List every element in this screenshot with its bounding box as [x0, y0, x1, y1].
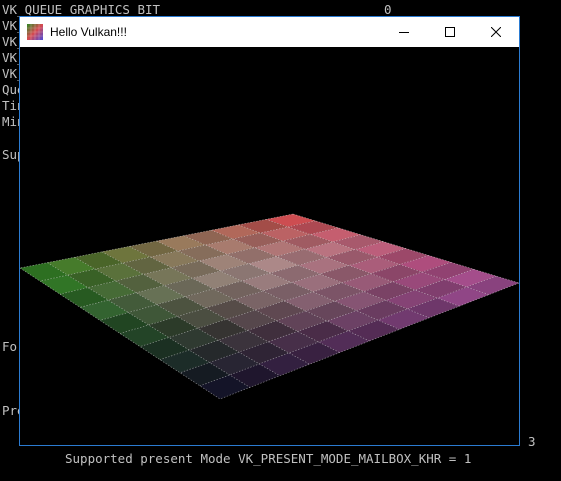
close-icon [491, 27, 501, 37]
close-button[interactable] [473, 17, 519, 47]
maximize-button[interactable] [427, 17, 473, 47]
minimize-icon [399, 32, 409, 33]
window-title: Hello Vulkan!!! [50, 25, 127, 39]
title-bar[interactable]: Hello Vulkan!!! [20, 17, 519, 47]
app-icon [27, 24, 43, 40]
console-value: 3 [528, 434, 536, 449]
console-line: Supported present Mode VK_PRESENT_MODE_M… [65, 451, 472, 466]
minimize-button[interactable] [381, 17, 427, 47]
vulkan-window[interactable]: Hello Vulkan!!! [19, 16, 520, 446]
render-viewport[interactable] [20, 47, 519, 445]
console-line: VK_QUEUE_GRAPHICS_BIT [2, 2, 161, 17]
console-value: 0 [384, 2, 392, 17]
checkerboard-plane [20, 213, 519, 400]
maximize-icon [445, 27, 455, 37]
